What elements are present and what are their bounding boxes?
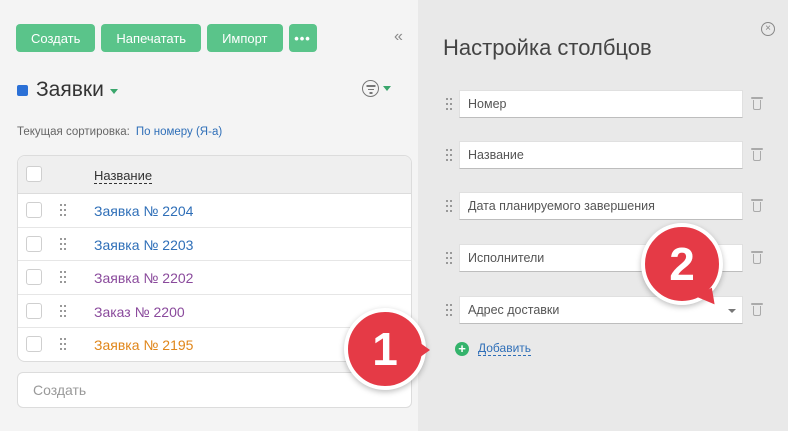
- row-title-link[interactable]: Заявка № 2202: [94, 270, 193, 286]
- row-checkbox[interactable]: [26, 336, 42, 352]
- drag-handle-icon[interactable]: [446, 149, 452, 162]
- column-field[interactable]: Дата планируемого завершения: [459, 192, 743, 220]
- column-field-value: Дата планируемого завершения: [468, 199, 655, 213]
- add-column-button[interactable]: + Добавить: [455, 341, 532, 356]
- add-column-link[interactable]: Добавить: [478, 341, 532, 356]
- column-field-value: Номер: [468, 97, 507, 111]
- create-button[interactable]: Создать: [16, 24, 96, 52]
- panel-title: Настройка столбцов: [443, 35, 652, 60]
- callout-badge-1: 1: [344, 308, 430, 390]
- column-setting-row: Адрес доставки: [444, 296, 774, 324]
- drag-handle-icon[interactable]: [446, 304, 452, 317]
- column-field[interactable]: Название: [459, 141, 743, 169]
- row-title-link[interactable]: Заявка № 2204: [94, 203, 193, 219]
- drag-handle-icon[interactable]: [446, 200, 452, 213]
- drag-handle-icon[interactable]: [60, 237, 66, 251]
- column-field[interactable]: Номер: [459, 90, 743, 118]
- more-button[interactable]: •••: [288, 24, 317, 52]
- column-setting-row: Номер: [444, 90, 774, 118]
- column-field-value: Название: [468, 148, 524, 162]
- row-checkbox[interactable]: [26, 235, 42, 252]
- import-button[interactable]: Импорт: [207, 24, 283, 52]
- sort-label: Текущая сортировка:: [17, 126, 130, 138]
- page-title: Заявки: [36, 78, 104, 101]
- trash-icon[interactable]: [751, 302, 763, 317]
- chevron-down-icon: [383, 86, 391, 91]
- row-title-link[interactable]: Заказ № 2200: [94, 304, 185, 320]
- drag-handle-icon[interactable]: [446, 98, 452, 111]
- row-title-link[interactable]: Заявка № 2203: [94, 237, 193, 253]
- create-item-input[interactable]: Создать: [17, 372, 412, 408]
- drag-handle-icon[interactable]: [60, 204, 66, 217]
- column-header-name[interactable]: Название: [94, 168, 153, 184]
- table-row[interactable]: Заявка № 2204: [18, 194, 411, 228]
- column-setting-row: Исполнители: [444, 244, 774, 272]
- table-row[interactable]: Заявка № 2202: [18, 261, 411, 295]
- column-field-value: Адрес доставки: [468, 303, 560, 317]
- sort-value-link[interactable]: По номеру (Я-а): [136, 126, 222, 138]
- trash-icon[interactable]: [751, 198, 763, 213]
- filter-icon: [362, 80, 379, 97]
- row-checkbox[interactable]: [26, 202, 42, 218]
- toolbar: Создать Напечатать Импорт •••: [16, 24, 317, 52]
- chevron-down-icon[interactable]: [728, 309, 736, 313]
- trash-icon[interactable]: [751, 96, 763, 111]
- column-setting-row: Дата планируемого завершения: [444, 192, 774, 220]
- row-title-link[interactable]: Заявка № 2195: [94, 337, 193, 353]
- drag-handle-icon[interactable]: [60, 271, 66, 284]
- row-checkbox[interactable]: [26, 302, 42, 319]
- collapse-icon[interactable]: «: [394, 28, 403, 46]
- table-header: Название: [18, 156, 411, 194]
- print-button[interactable]: Напечатать: [101, 24, 202, 52]
- column-setting-row: Название: [444, 141, 774, 169]
- sort-info: Текущая сортировка: По номеру (Я-а): [17, 126, 222, 138]
- callout-badge-2: 2: [641, 223, 723, 305]
- row-checkbox[interactable]: [26, 269, 42, 285]
- drag-handle-icon[interactable]: [446, 252, 452, 265]
- list-color-icon: [17, 84, 28, 96]
- drag-handle-icon[interactable]: [60, 338, 66, 351]
- table-row[interactable]: Заявка № 2203: [18, 228, 411, 261]
- column-field-value: Исполнители: [468, 251, 545, 265]
- select-all-checkbox[interactable]: [26, 166, 42, 182]
- chevron-down-icon[interactable]: [109, 88, 118, 94]
- trash-icon[interactable]: [751, 147, 763, 162]
- filter-button[interactable]: [362, 80, 391, 97]
- add-icon: +: [455, 341, 469, 356]
- page-title-row[interactable]: Заявки: [17, 78, 118, 102]
- trash-icon[interactable]: [751, 250, 763, 265]
- column-settings-panel: × Настройка столбцов Номер Название Дата п…: [418, 0, 788, 431]
- close-icon[interactable]: ×: [761, 22, 775, 36]
- drag-handle-icon[interactable]: [60, 304, 66, 318]
